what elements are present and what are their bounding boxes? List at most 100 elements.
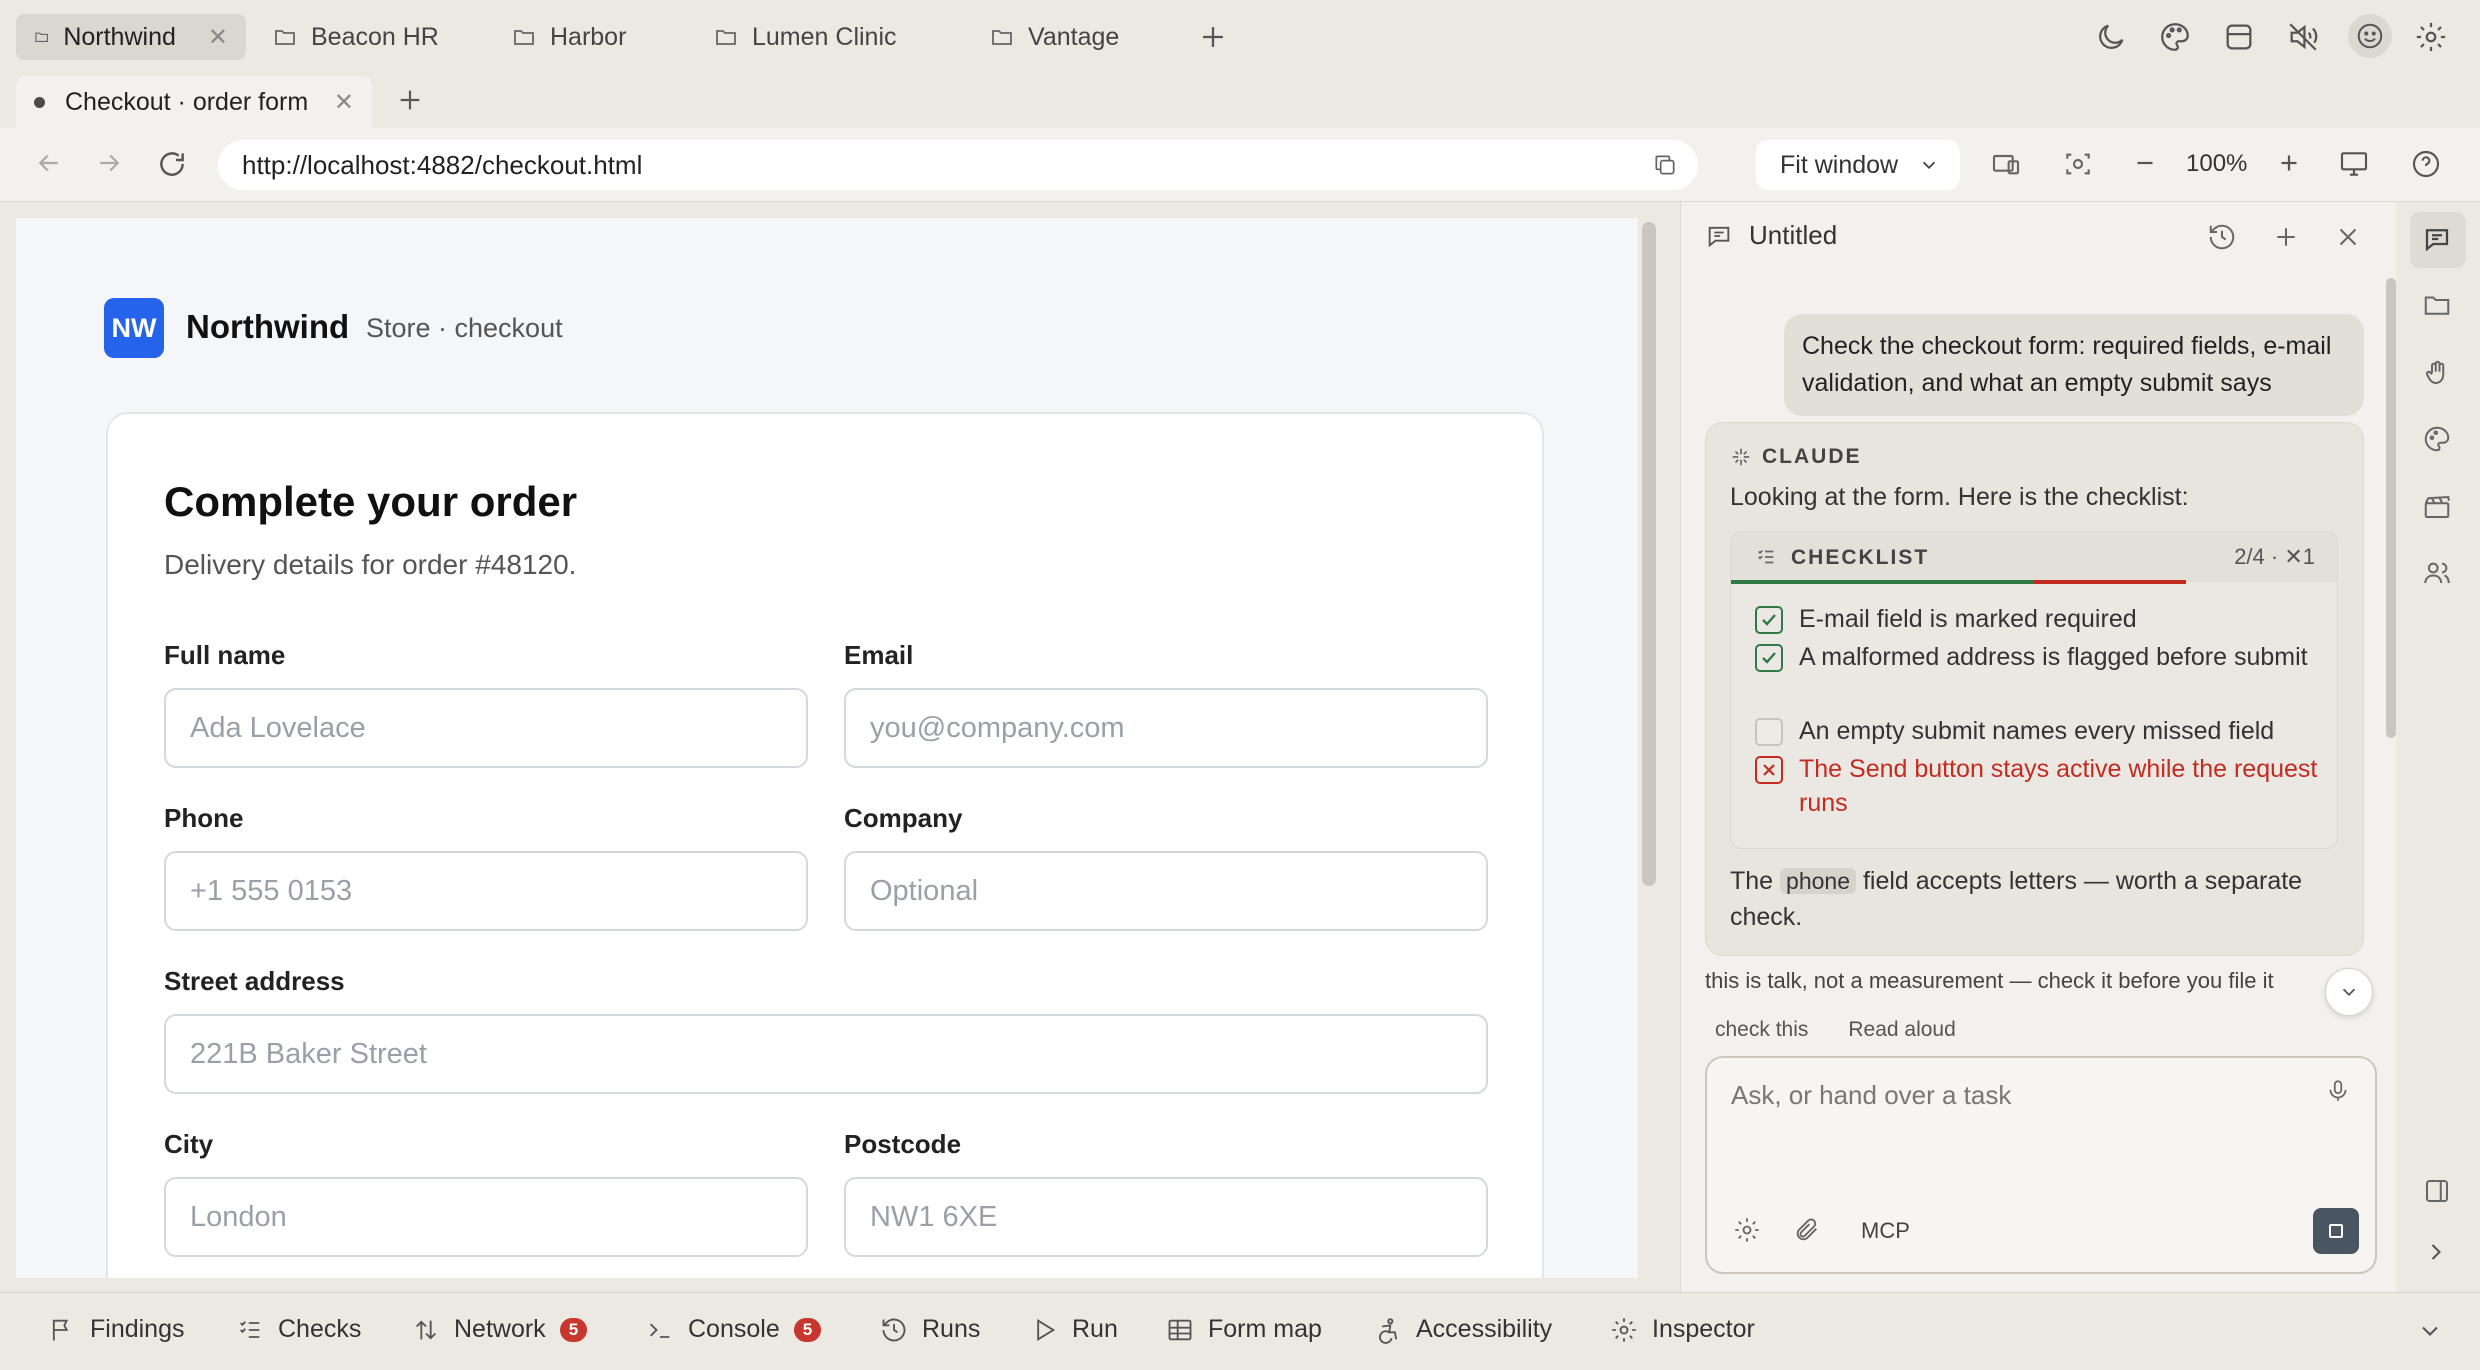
- reload-icon[interactable]: [156, 148, 190, 182]
- forward-arrow-icon[interactable]: [94, 148, 128, 182]
- tab-label: Form map: [1208, 1315, 1322, 1343]
- checklist-icon: [240, 1320, 260, 1338]
- checklist-item: A malformed address is flagged before su…: [1799, 643, 2308, 671]
- history-icon: [882, 1318, 906, 1341]
- street-input[interactable]: [164, 1014, 1488, 1094]
- tab-label: Findings: [90, 1315, 185, 1343]
- zoom-out-icon[interactable]: [2130, 148, 2164, 182]
- page-tab-checkout[interactable]: Checkout · order form ✕: [16, 76, 372, 128]
- page-subtitle: Delivery details for order #48120.: [164, 549, 577, 580]
- new-chat-icon[interactable]: [2271, 222, 2303, 254]
- moon-icon[interactable]: [2094, 20, 2128, 54]
- tab-label: Network: [454, 1315, 546, 1343]
- composer-settings-icon[interactable]: [1733, 1216, 1761, 1244]
- scroll-down-button[interactable]: [2325, 968, 2373, 1016]
- zoom-in-icon[interactable]: [2274, 148, 2308, 182]
- add-workspace-icon[interactable]: [1196, 20, 1230, 54]
- chat-icon: [1708, 226, 1730, 247]
- palette-rail-icon[interactable]: [2422, 424, 2454, 456]
- palette-icon[interactable]: [2158, 20, 2192, 54]
- workspace-tab-lumen-clinic[interactable]: Lumen Clinic: [696, 14, 915, 60]
- arrows-updown-icon: [416, 1320, 436, 1339]
- tab-runs[interactable]: Runs: [880, 1315, 980, 1344]
- close-icon[interactable]: ✕: [334, 88, 354, 117]
- stop-button[interactable]: [2313, 1208, 2359, 1254]
- city-input[interactable]: [164, 1177, 808, 1257]
- profile-button[interactable]: [2348, 14, 2392, 58]
- inline-code: phone: [1780, 868, 1857, 894]
- inspector-icon: [1612, 1317, 1636, 1342]
- full-name-input[interactable]: [164, 688, 808, 768]
- unsaved-dot-icon: [34, 96, 45, 108]
- tab-console[interactable]: Console 5: [646, 1315, 822, 1344]
- close-icon[interactable]: ✕: [208, 23, 228, 52]
- stop-square-icon: [2329, 1224, 2343, 1238]
- checklist-item: An empty submit names every missed field: [1799, 717, 2275, 745]
- zoom-level: 100%: [2186, 150, 2248, 177]
- tab-form-map[interactable]: Form map: [1166, 1315, 1322, 1344]
- copy-icon[interactable]: [1652, 152, 1678, 178]
- new-tab-icon[interactable]: [394, 84, 426, 116]
- checklist-count: 2/4 · ✕1: [2234, 544, 2315, 569]
- checklist-item-failed: The Send button stays active while the r…: [1799, 755, 2318, 817]
- company-input[interactable]: [844, 851, 1488, 931]
- tab-findings[interactable]: Findings: [48, 1315, 185, 1344]
- collapse-panel-icon[interactable]: [2416, 1317, 2444, 1345]
- workspace-tab-vantage[interactable]: Vantage: [972, 14, 1137, 60]
- tab-run[interactable]: Run: [1030, 1315, 1118, 1344]
- back-arrow-icon[interactable]: [34, 148, 68, 182]
- checklist-title: CHECKLIST: [1791, 546, 1930, 569]
- folder-icon: [275, 30, 295, 45]
- desktop-icon[interactable]: [2338, 148, 2372, 182]
- microphone-icon[interactable]: [2325, 1078, 2351, 1104]
- storage-icon[interactable]: [2222, 20, 2256, 54]
- users-icon[interactable]: [2422, 558, 2454, 590]
- prompt-input[interactable]: [1707, 1058, 2307, 1178]
- folder-rail-icon[interactable]: [2422, 290, 2454, 322]
- check-pass-icon: [1755, 644, 1783, 672]
- chip-read-aloud[interactable]: Read aloud: [1848, 1018, 1955, 1036]
- close-panel-icon[interactable]: [2333, 222, 2365, 254]
- chat-scrollbar[interactable]: [2386, 278, 2396, 738]
- responsive-icon[interactable]: [1990, 148, 2024, 182]
- suggestion-chips: check this Read aloud: [1715, 1018, 1956, 1036]
- workspace-tab-northwind[interactable]: Northwind ✕: [16, 14, 246, 60]
- page-title: Complete your order: [164, 478, 578, 525]
- workspace-tab-beacon-hr[interactable]: Beacon HR: [255, 14, 457, 60]
- viewport-scrollbar[interactable]: [1642, 222, 1656, 886]
- mcp-button[interactable]: MCP: [1861, 1218, 1910, 1244]
- checkout-card: Complete your order Delivery details for…: [106, 412, 1544, 1278]
- sidebar-toggle-icon[interactable]: [2422, 1176, 2454, 1208]
- tab-inspector[interactable]: Inspector: [1610, 1315, 1755, 1344]
- workspace-bar: Northwind ✕ Beacon HR Harbor Lumen Clini…: [0, 0, 2480, 72]
- tab-checks[interactable]: Checks: [236, 1315, 361, 1344]
- history-icon[interactable]: [2207, 222, 2239, 254]
- postcode-input[interactable]: [844, 1177, 1488, 1257]
- reply-note: The phone field accepts letters — worth …: [1730, 863, 2340, 935]
- email-input[interactable]: [844, 688, 1488, 768]
- bottom-panel-tabs: Findings Checks Network 5 Console 5 Runs…: [0, 1292, 2480, 1370]
- url-bar[interactable]: http://localhost:4882/checkout.html: [218, 140, 1698, 190]
- chat-rail-icon[interactable]: [2422, 224, 2454, 256]
- hand-icon[interactable]: [2422, 358, 2454, 390]
- city-label: City: [164, 1129, 214, 1159]
- tab-accessibility[interactable]: Accessibility: [1374, 1315, 1552, 1344]
- full-name-label: Full name: [164, 640, 286, 670]
- fit-mode-select[interactable]: Fit window: [1756, 140, 1960, 190]
- phone-input[interactable]: [164, 851, 808, 931]
- screenshot-icon[interactable]: [2062, 148, 2096, 182]
- clapperboard-icon[interactable]: [2422, 492, 2454, 524]
- tab-network[interactable]: Network 5: [412, 1315, 588, 1344]
- mute-icon[interactable]: [2286, 20, 2320, 54]
- workspace-tab-harbor[interactable]: Harbor: [494, 14, 644, 60]
- help-icon[interactable]: [2410, 148, 2444, 182]
- table-icon: [1168, 1319, 1192, 1340]
- attach-icon[interactable]: [1793, 1216, 1821, 1244]
- settings-gear-icon[interactable]: [2414, 20, 2448, 54]
- page-tab-label: Checkout · order form: [65, 87, 309, 116]
- chevron-down-icon: [1922, 161, 1936, 170]
- chevron-right-icon[interactable]: [2422, 1238, 2454, 1270]
- chip-check-this[interactable]: check this: [1715, 1018, 1808, 1036]
- email-label: Email: [844, 640, 914, 670]
- folder-icon: [716, 30, 736, 45]
